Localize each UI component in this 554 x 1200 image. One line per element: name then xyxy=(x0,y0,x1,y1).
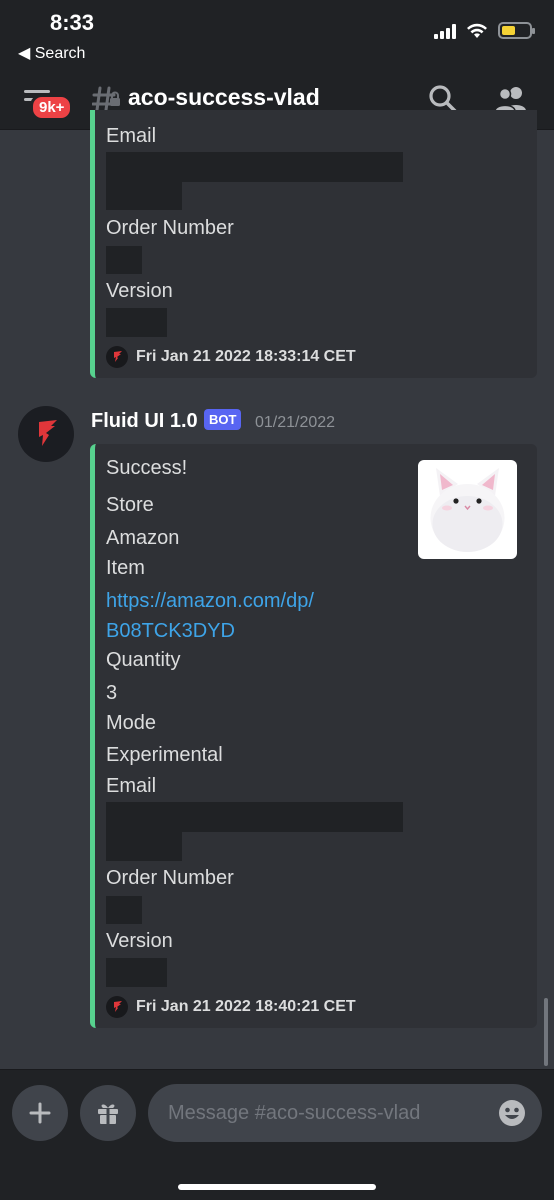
home-indicator xyxy=(178,1184,376,1190)
product-thumbnail[interactable] xyxy=(418,460,517,559)
order-number-label: Order Number xyxy=(106,867,234,889)
redacted-block xyxy=(106,832,182,861)
embed-title: Success! xyxy=(106,457,188,479)
composer-bar xyxy=(0,1069,554,1200)
attach-button[interactable] xyxy=(12,1085,68,1141)
redacted-block xyxy=(106,182,182,210)
redacted-block xyxy=(106,308,167,337)
store-label: Store xyxy=(106,494,154,516)
back-to-search-link[interactable]: ◀ Search xyxy=(18,43,85,63)
embed-footer-logo-icon xyxy=(106,996,128,1018)
redacted-block xyxy=(106,896,142,924)
author-avatar[interactable] xyxy=(18,406,74,462)
embed-footer-logo-icon xyxy=(106,346,128,368)
embed-field-label: Email xyxy=(106,125,157,147)
item-link-line-1[interactable]: https://amazon.com/dp/ xyxy=(106,590,314,613)
wifi-icon xyxy=(467,23,487,38)
mode-label: Mode xyxy=(106,712,157,734)
bot-tag: BOT xyxy=(204,409,242,430)
cellular-signal-icon xyxy=(434,23,456,39)
embed-footer-timestamp: Fri Jan 21 2022 18:40:21 CET xyxy=(136,998,356,1015)
embed-field-label: Order Number xyxy=(106,217,234,239)
plus-icon xyxy=(29,1102,51,1124)
quantity-label: Quantity xyxy=(106,649,181,671)
author-name[interactable]: Fluid UI 1.0 xyxy=(91,410,198,433)
embed-footer-timestamp: Fri Jan 21 2022 18:33:14 CET xyxy=(136,348,356,365)
mode-value: Experimental xyxy=(106,744,223,766)
battery-icon xyxy=(498,22,535,39)
redacted-block xyxy=(106,152,403,182)
store-value: Amazon xyxy=(106,527,180,549)
item-label: Item xyxy=(106,557,145,579)
scrollbar[interactable] xyxy=(544,998,548,1066)
notification-badge: 9k+ xyxy=(30,94,74,121)
status-time: 8:33 xyxy=(50,10,95,35)
status-bar: 8:33 ◀ Search xyxy=(0,0,554,70)
redacted-block xyxy=(106,958,167,987)
email-label: Email xyxy=(106,775,157,797)
emoji-icon[interactable] xyxy=(498,1099,526,1127)
redacted-block xyxy=(106,246,142,274)
previous-embed xyxy=(90,110,537,378)
gift-button[interactable] xyxy=(80,1085,136,1141)
message-timestamp: 01/21/2022 xyxy=(255,414,336,431)
status-icons xyxy=(434,22,535,39)
message-input[interactable] xyxy=(148,1084,542,1142)
embed-field-label: Version xyxy=(106,280,173,302)
version-label: Version xyxy=(106,930,173,952)
gift-icon xyxy=(98,1104,118,1124)
channel-title: aco-success-vlad xyxy=(128,84,320,110)
redacted-block xyxy=(106,802,403,832)
quantity-value: 3 xyxy=(106,682,118,704)
item-link-line-2[interactable]: B08TCK3DYD xyxy=(106,620,235,643)
